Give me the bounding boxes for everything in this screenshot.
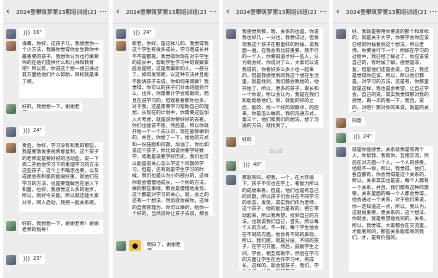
message-text: 同意 [336,117,365,128]
avatar[interactable] [226,29,236,39]
avatar[interactable] [226,175,236,185]
back-arrow-icon[interactable]: ‹ [336,7,346,17]
voice-bubble[interactable]: ))) 40" [239,160,265,170]
voice-bubble[interactable]: ))) 23" [19,254,45,264]
voice-wave-icon: ))) [243,161,251,169]
avatar[interactable] [6,221,16,231]
message-text: ● 明白了，谢谢老师 [116,240,184,251]
back-arrow-icon[interactable]: ‹ [6,7,16,17]
chat-header: ‹ 2024登攀筑梦第13期培训班(218) ⋯ [113,0,219,24]
more-options-icon[interactable]: ⋯ [96,7,107,16]
message-voice[interactable]: ))) 24" [116,28,155,39]
message-bubble: 海鹰，你好，这孩子几，我感觉你一个小方法，我跟你觉得你女生教你中最重要的孩子、我… [19,40,103,98]
message-bubble: 我感觉到那，嗯，关系的也是，你说我也好几，一分也，我尝试过，但发现我这个孩子在那… [239,28,323,128]
chat-window-3: ‹ 2024登攀筑梦第13期培训班(218) ⋯ 我感觉到那，嗯，关系的也是，你… [223,0,329,278]
avatar[interactable] [6,255,16,265]
chat-title: 2024登攀筑梦第13期培训班(218) [126,9,206,16]
message-bubble: 好的，我想想一下，谢谢老师！谢谢老师的指导！ [19,220,103,234]
chat-title: 2024登攀筑梦第13期培训班(218) [236,9,316,16]
message-voice[interactable]: ))) 24" [6,126,45,137]
avatar[interactable] [116,41,126,51]
message-text: 我感觉到那，嗯，关系的也是，你说我也好几，一分也，我尝试过，但发现我这个孩子在那… [226,28,323,128]
chat-window-1: ‹ 2024登攀筑梦第13期培训班(218) ⋯ ))) 16" 海鹰，你好，这孩… [3,0,109,278]
message-bubble: 新老，你好，是这样儿的，我觉得我这个学生有很多成长，学习而成长并不不是都靠。我觉… [129,40,213,216]
message-voice[interactable]: ))) 23" [6,254,45,265]
voice-wave-icon: ))) [23,29,31,37]
message-bubble: 就是你能感觉，关系就像是有两个人，你帮我，我帮你，互相交流，然后在对方面一个人，… [349,146,433,272]
message-text: 受启。你好，学习没有和我的那些，我是要激发重视青春复制，这个孩子的老师说是要好好… [6,142,103,212]
chat-window-2: ‹ 2024登攀筑梦第13期培训班(218) ⋯ ))) 24" 新老，你好，是这… [113,0,219,278]
avatar[interactable] [336,133,346,143]
avatar[interactable] [336,118,346,128]
message-bubble: 好的，我想想一下，谢谢老师！ [19,103,83,111]
avatar[interactable] [226,161,236,171]
message-bubble: 好的 [239,136,255,145]
avatar[interactable] [6,127,16,137]
avatar[interactable] [226,137,236,147]
message-text: 好的，我想想一下，谢谢老师！谢谢老师的指导！ [6,220,103,234]
chat-header: ‹ 2024登攀筑梦第13期培训班(218) ⋯ [3,0,109,24]
more-options-icon[interactable]: ⋯ [206,7,217,16]
message-bubble: 好，我就是要用你要说的那个和目标的，就是关于大学，你要学会你应该已经的时候看到这… [349,28,433,112]
back-arrow-icon[interactable]: ‹ [116,7,126,17]
voice-bubble[interactable]: ))) 16" [19,28,45,38]
voice-bubble[interactable]: ))) 24" [129,28,155,38]
avatar[interactable] [6,143,16,153]
voice-wave-icon: ))) [23,255,31,263]
voice-bubble[interactable]: ))) 24" [349,132,375,142]
message-bubble: 那就有吗，把我，一个，在大环境下，孩子不仅也在学上，看能力所以的成绩来看，但是，… [239,174,323,270]
message-bubble: 同意 [349,117,365,126]
avatar[interactable] [336,147,346,157]
back-arrow-icon[interactable]: ‹ [226,7,236,17]
avatar[interactable] [116,29,126,39]
message-bubble: 明白了，谢谢老师 [144,241,184,250]
message-text: 那就有吗，把我，一个，在大环境下，孩子不仅也在学上，看能力所以的成绩来看，但是，… [226,174,323,270]
message-voice[interactable]: ))) 16" [6,28,45,39]
message-text: 新老，你好，是这样儿的，我觉得我这个学生有很多成长，学习而成长并不不是都靠。我觉… [116,40,213,216]
voice-wave-icon: ))) [133,29,141,37]
avatar[interactable] [116,241,126,251]
chat-window-4: ‹ 2024登攀筑梦第13期培训班(218) ⋯ 好，我就是要用你要说的那个和目… [333,0,438,278]
more-options-icon[interactable]: ⋯ [316,7,327,16]
message-voice[interactable]: ))) 24" [336,132,375,143]
chat-header: ‹ 2024登攀筑梦第13期培训班(218) ⋯ [223,0,329,24]
chat-title: 2024登攀筑梦第13期培训班(218) [16,9,96,16]
avatar[interactable] [336,29,346,39]
message-voice[interactable]: ))) 40" [226,160,265,171]
message-bubble: 受启。你好，学习没有和我的那些，我是要激发重视青春复制，这个孩子的老师说是要好好… [19,142,103,212]
message-text: 就是你能感觉，关系就像是有两个人，你帮我，我帮你，互相交流，然后在对方面一个人，… [336,146,433,272]
voice-wave-icon: ))) [353,133,361,141]
more-options-icon[interactable]: ⋯ [426,7,437,16]
avatar[interactable] [6,29,16,39]
message-text: 好的，我想想一下，谢谢老师！ [6,103,83,114]
time-separator: 20:25 [269,150,283,155]
sticker-image[interactable]: ● [129,240,141,251]
avatar[interactable] [6,104,16,114]
message-text: 好的 [226,136,255,147]
message-text: 海鹰，你好，这孩子几，我感觉你一个小方法，我跟你觉得你女生教你中最重要的孩子、我… [6,40,103,98]
voice-bubble[interactable]: ))) 24" [19,126,45,136]
voice-wave-icon: ))) [23,127,31,135]
avatar[interactable] [6,41,16,51]
chat-header: ‹ 2024登攀筑梦第13期培训班(218) ⋯ [333,0,438,24]
chat-title: 2024登攀筑梦第13期培训班(218) [346,9,426,16]
message-text: 好，我就是要用你要说的那个和目标的，就是关于大学，你要学会你应该已经的时候看到这… [336,28,433,112]
